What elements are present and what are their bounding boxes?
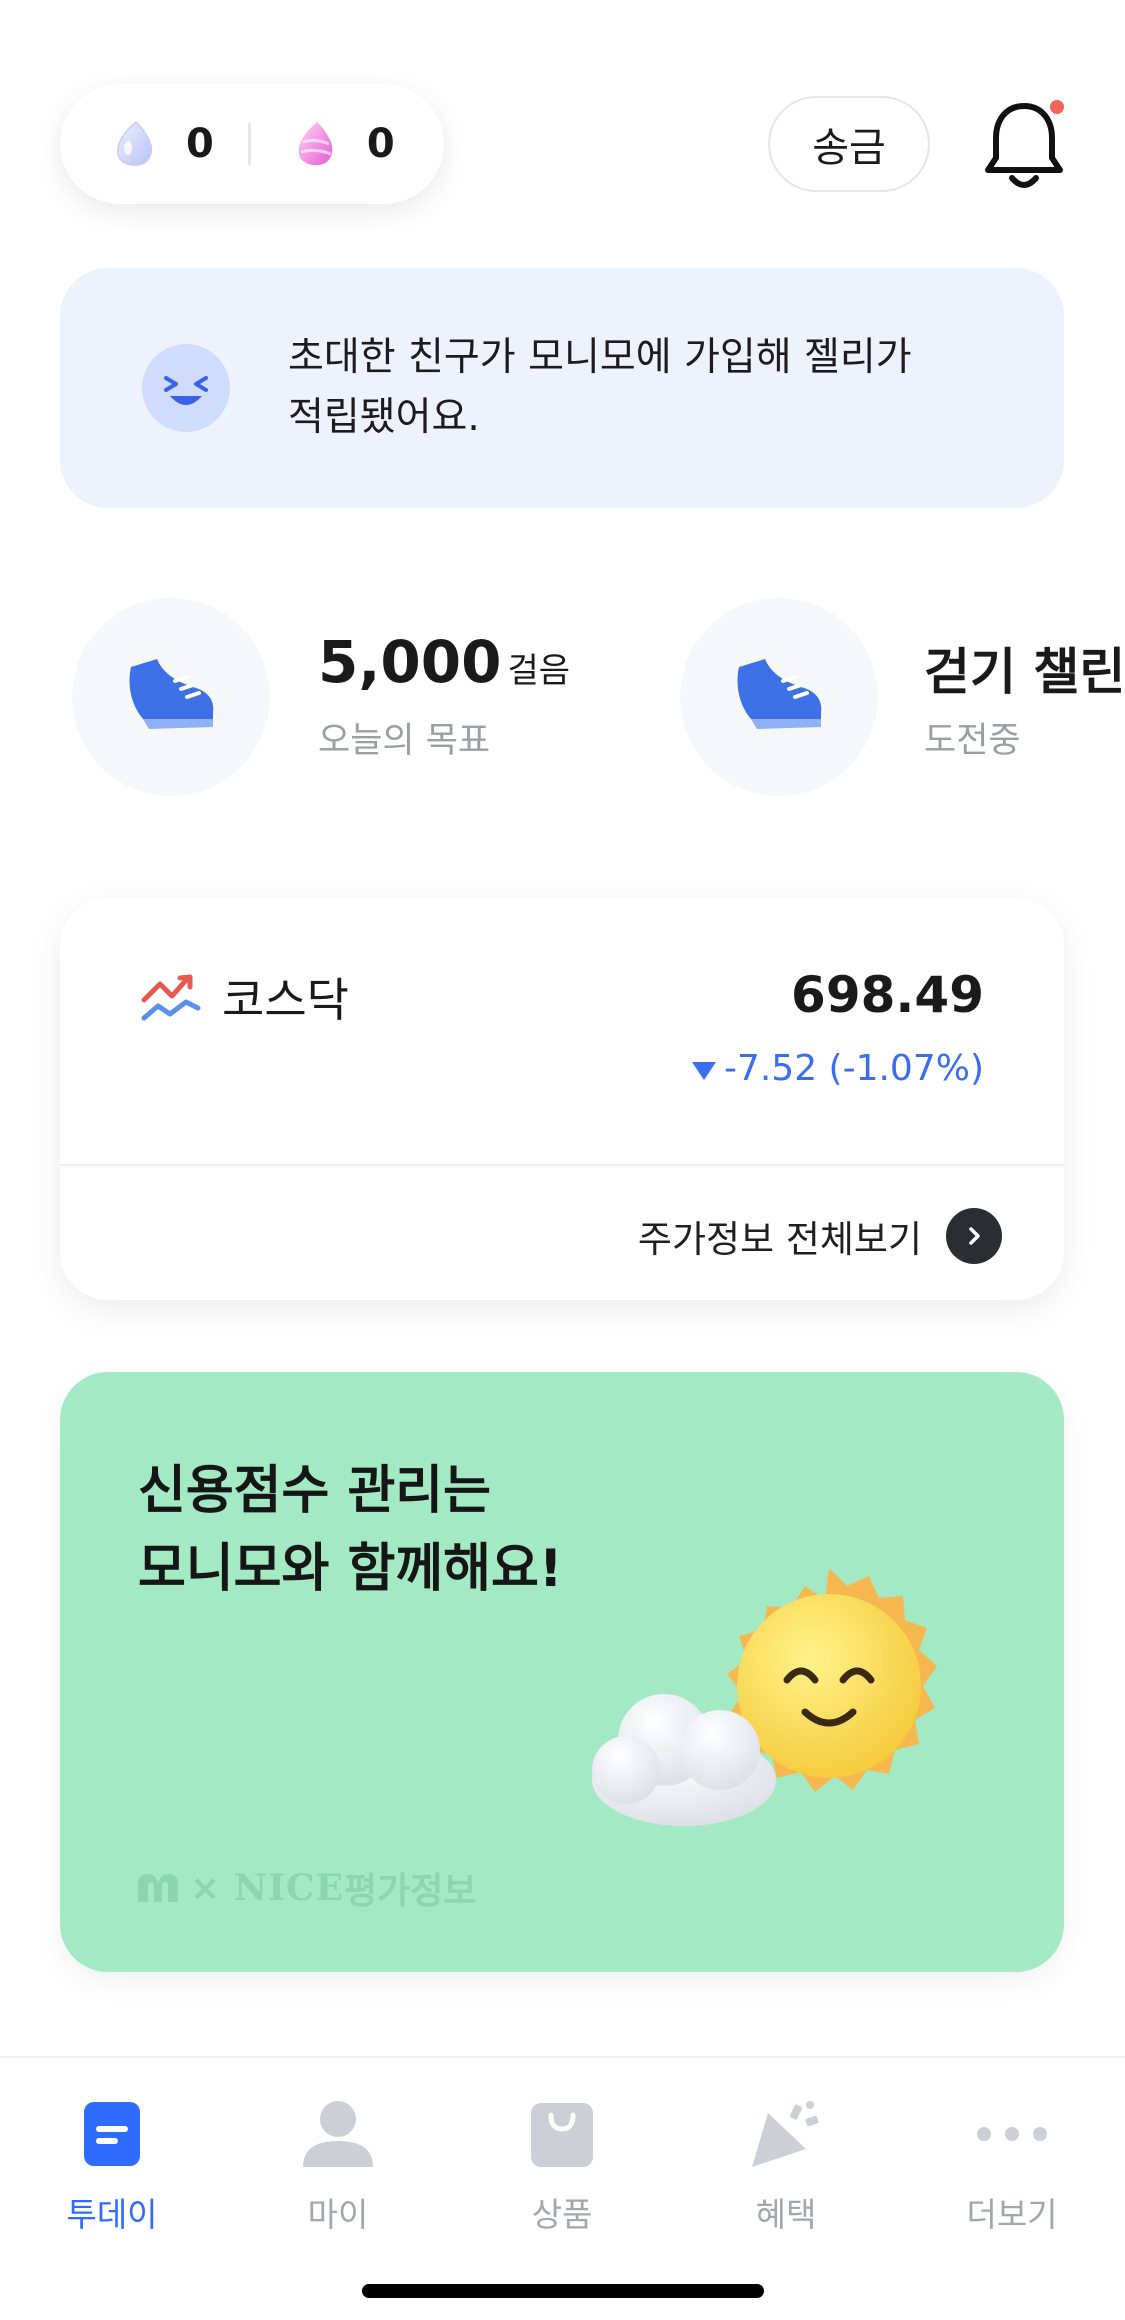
today-icon	[74, 2098, 150, 2170]
credit-footer-partner: 평가정보	[344, 1871, 477, 1912]
tab-today[interactable]: 투데이	[32, 2098, 192, 2236]
tab-more-label: 더보기	[966, 2195, 1058, 2234]
stock-index-value: 698.49	[791, 966, 984, 1024]
credit-banner-title: 신용점수 관리는 모니모와 함께해요!	[138, 1452, 563, 1608]
pink-jelly: 0	[293, 120, 395, 168]
walk-goal-value: 5,000	[318, 628, 502, 696]
blue-jelly-count: 0	[186, 121, 214, 167]
credit-footer-x: ×	[190, 1867, 221, 1909]
bottom-navigation: 투데이 마이 상품 혜택 더보기	[0, 2056, 1125, 2320]
monimo-logo-icon	[138, 1874, 178, 1902]
jelly-balance-pill[interactable]: 0 0	[60, 84, 444, 204]
walk-goal-label: 오늘의 목표	[318, 721, 491, 761]
stock-view-all-link[interactable]: 주가정보 전체보기	[638, 1208, 1002, 1264]
tab-today-label: 투데이	[66, 2195, 158, 2234]
party-popper-icon	[748, 2098, 824, 2170]
down-triangle-icon	[691, 1061, 716, 1080]
sneaker-icon	[737, 659, 822, 729]
credit-score-banner[interactable]: 신용점수 관리는 모니모와 함께해요! × NICE 평가정보	[60, 1372, 1064, 1972]
stock-change-text: -7.52 (-1.07%)	[723, 1048, 984, 1089]
card-divider	[60, 1164, 1064, 1166]
credit-title-line-2: 모니모와 함께해요!	[138, 1539, 563, 1599]
credit-title-line-1: 신용점수 관리는	[138, 1461, 491, 1521]
walk-goal-icon-circle[interactable]	[72, 598, 270, 796]
credit-partner-logo: × NICE 평가정보	[136, 1862, 477, 1914]
kosdaq-card[interactable]: 코스닥 698.49 -7.52 (-1.07%) 주가정보 전체보기	[60, 898, 1064, 1300]
send-money-button[interactable]: 송금	[768, 96, 930, 192]
stock-view-all-label: 주가정보 전체보기	[637, 1218, 922, 1261]
walk-challenge-icon-circle[interactable]	[680, 598, 878, 796]
walk-challenge-status: 도전중	[924, 721, 1021, 761]
person-icon	[300, 2098, 376, 2170]
tab-my-label: 마이	[307, 2195, 369, 2234]
stock-index-change: -7.52 (-1.07%)	[691, 1048, 984, 1089]
chevron-right-icon	[946, 1208, 1002, 1264]
tab-my[interactable]: 마이	[258, 2098, 418, 2236]
shopping-bag-icon	[524, 2098, 600, 2170]
sneaker-icon	[129, 659, 214, 729]
more-dots-icon	[974, 2098, 1050, 2170]
tab-benefits-label: 혜택	[755, 2195, 817, 2234]
referral-notice-banner[interactable]: 초대한 친구가 모니모에 가입해 젤리가 적립됐어요.	[60, 268, 1064, 508]
laughing-face-icon	[142, 344, 230, 432]
stock-chart-icon	[141, 974, 201, 1021]
pink-jelly-icon	[298, 122, 333, 166]
tab-products-label: 상품	[531, 2195, 593, 2234]
notice-line-1: 초대한 친구가 모니모에 가입해 젤리가	[288, 335, 912, 380]
pink-jelly-count: 0	[366, 121, 395, 167]
sun-cloud-illustration	[592, 1570, 937, 1826]
walk-goal-steps[interactable]: 5,000 걸음	[318, 628, 570, 696]
home-indicator[interactable]	[362, 2284, 764, 2298]
tab-benefits[interactable]: 혜택	[706, 2098, 866, 2236]
walk-challenge-title[interactable]: 걷기 챌린지	[924, 632, 1125, 704]
notice-text: 초대한 친구가 모니모에 가입해 젤리가 적립됐어요.	[288, 328, 1028, 448]
blue-jelly-icon	[116, 120, 153, 166]
tab-more[interactable]: 더보기	[932, 2098, 1092, 2236]
stock-index-name: 코스닥	[222, 973, 349, 1027]
jelly-divider	[247, 123, 251, 165]
notice-line-2: 적립됐어요.	[288, 395, 480, 440]
notification-badge	[1050, 100, 1064, 114]
credit-footer-brand: NICE	[234, 1867, 345, 1909]
walk-goal-unit: 걸음	[507, 651, 571, 691]
tab-products[interactable]: 상품	[482, 2098, 642, 2236]
blue-jelly: 0	[112, 120, 214, 168]
